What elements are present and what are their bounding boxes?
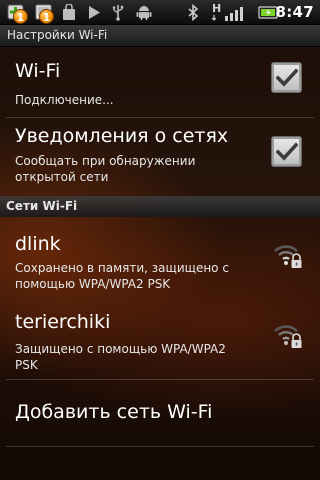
wifi-toggle-subtitle: Подключение... bbox=[15, 93, 114, 107]
add-network-row[interactable]: Добавить сеть Wi-Fi bbox=[0, 380, 320, 446]
network-status-line2: помощью WPA/WPA2 PSK bbox=[15, 277, 171, 291]
network-status-line2: PSK bbox=[15, 358, 38, 372]
network-notifications-subtitle-line2: открытой сети bbox=[15, 170, 109, 184]
hspa-signal-icon: H bbox=[206, 2, 250, 21]
network-notifications-row[interactable]: Уведомления о сетях Сообщать при обнаруж… bbox=[0, 118, 320, 196]
network-item[interactable]: terierchiki Защищено с помощью WPA/WPA2 … bbox=[0, 296, 320, 378]
notification-badge: 1 bbox=[39, 9, 54, 24]
network-ssid: dlink bbox=[15, 233, 61, 255]
network-status-line1: Сохранено в памяти, защищено с bbox=[15, 261, 229, 275]
networks-section-label: Сети Wi-Fi bbox=[6, 199, 78, 213]
bluetooth-icon bbox=[186, 3, 200, 22]
page-title: Настройки Wi-Fi bbox=[7, 28, 108, 42]
wifi-locked-icon bbox=[272, 320, 306, 350]
network-notifications-title: Уведомления о сетях bbox=[15, 125, 229, 147]
android-debug-icon bbox=[135, 4, 153, 21]
add-network-label: Добавить сеть Wi-Fi bbox=[15, 401, 213, 423]
screen: 1 1 H 8:47 Настройки Wi-Fi Wi-Fi Подключ… bbox=[0, 0, 320, 480]
play-icon bbox=[86, 4, 102, 21]
wifi-toggle-row[interactable]: Wi-Fi Подключение... bbox=[0, 48, 320, 116]
network-status-line1: Защищено с помощью WPA/WPA2 bbox=[15, 342, 226, 356]
notifications-checkbox[interactable] bbox=[271, 136, 302, 167]
wifi-checkbox[interactable] bbox=[271, 62, 302, 93]
status-time: 8:47 bbox=[275, 3, 314, 21]
networks-section-header: Сети Wi-Fi bbox=[0, 196, 320, 217]
checkmark-icon bbox=[276, 142, 298, 161]
bag-icon bbox=[61, 3, 77, 21]
wifi-toggle-title: Wi-Fi bbox=[15, 60, 61, 82]
title-bar: Настройки Wi-Fi bbox=[0, 25, 320, 47]
notification-badge: 1 bbox=[13, 9, 28, 24]
divider bbox=[6, 446, 314, 447]
checkmark-icon bbox=[276, 68, 298, 87]
network-item[interactable]: dlink Сохранено в памяти, защищено с пом… bbox=[0, 218, 320, 296]
status-bar[interactable]: 1 1 H 8:47 bbox=[0, 0, 320, 25]
network-notifications-subtitle-line1: Сообщать при обнаружении bbox=[15, 154, 196, 168]
usb-icon bbox=[110, 4, 126, 21]
network-ssid: terierchiki bbox=[15, 311, 111, 333]
wifi-locked-icon bbox=[272, 240, 306, 270]
